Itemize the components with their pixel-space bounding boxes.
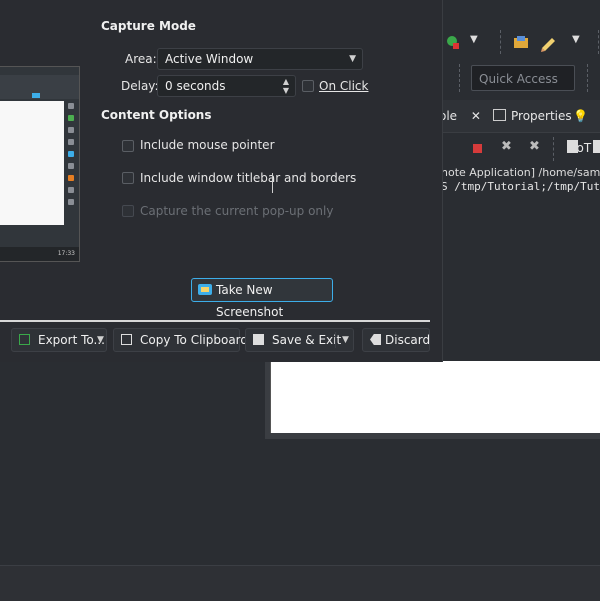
mouse-pointer-checkbox[interactable]	[122, 140, 134, 152]
chevron-down-icon: ▼	[349, 54, 356, 64]
popup-only-label: Capture the current pop-up only	[140, 204, 334, 218]
open-folder-icon[interactable]	[510, 32, 532, 54]
chevron-down-icon[interactable]: ▼	[342, 329, 349, 351]
toolbar-separator	[553, 137, 554, 161]
toolbar-separator	[598, 30, 599, 54]
preview-tab	[32, 93, 40, 98]
delay-label: Delay:	[121, 79, 159, 93]
screenshot-dialog: 17:33 Capture Mode Area: Active Window ▼…	[0, 0, 443, 362]
ide-tabbar: ole ✕ Properties 💡IoT	[439, 100, 600, 155]
copy-clipboard-button[interactable]: Copy To Clipboard	[113, 328, 248, 352]
terminate-icon[interactable]	[473, 144, 482, 153]
scroll-lock-icon[interactable]	[593, 140, 600, 153]
tab-console[interactable]: ole ✕	[439, 100, 481, 132]
export-button[interactable]: Export To... ▼	[11, 328, 107, 352]
preview-icon	[68, 103, 74, 109]
preview-icon	[68, 175, 74, 181]
chevron-down-icon: ▼	[97, 335, 104, 345]
run-icon[interactable]	[442, 32, 464, 54]
export-icon	[19, 334, 30, 345]
preview-icon	[68, 187, 74, 193]
toolbar-separator	[459, 64, 460, 92]
preview-icon	[68, 151, 74, 157]
mouse-pointer-label[interactable]: Include mouse pointer	[140, 138, 275, 152]
status-bar	[0, 565, 600, 601]
save-icon	[253, 334, 264, 345]
editor-area[interactable]	[270, 361, 600, 433]
remove-launch-icon[interactable]: ✖	[501, 139, 512, 154]
properties-icon	[493, 109, 506, 121]
area-value: Active Window	[165, 52, 254, 66]
close-icon[interactable]: ✕	[471, 109, 481, 123]
discard-icon	[370, 334, 381, 345]
preview-content	[0, 101, 64, 225]
copy-icon	[121, 334, 132, 345]
remove-all-icon[interactable]: ✖	[529, 139, 540, 154]
toolbar-separator	[500, 30, 501, 54]
clear-console-icon[interactable]	[567, 140, 578, 153]
console-toolbar: ✖ ✖	[441, 135, 600, 165]
divider	[0, 320, 430, 322]
pen-dropdown-icon[interactable]: ▼	[572, 34, 594, 56]
titlebar-checkbox[interactable]	[122, 172, 134, 184]
preview-taskbar: 17:33	[0, 247, 79, 261]
preview-icon	[68, 139, 74, 145]
toolbar-separator	[587, 64, 588, 92]
tab-label: Properties	[511, 109, 572, 123]
save-exit-button[interactable]: Save & Exit ▼	[245, 328, 354, 352]
console-output: S /tmp/Tutorial;/tmp/Tutorial	[441, 180, 600, 193]
export-label: Export To...	[38, 333, 105, 347]
screenshot-preview[interactable]: 17:33	[0, 66, 80, 262]
popup-only-checkbox	[122, 205, 134, 217]
preview-clock: 17:33	[57, 250, 75, 257]
on-click-label[interactable]: On Click	[319, 79, 368, 93]
console-header: note Application] /home/samuel	[441, 166, 600, 179]
area-label: Area:	[125, 52, 157, 66]
preview-icon	[68, 199, 74, 205]
discard-button[interactable]: Discard	[362, 328, 430, 352]
titlebar-label[interactable]: Include window titlebar and borders	[140, 171, 356, 185]
take-screenshot-label: Take New Screenshot	[216, 283, 284, 319]
delay-value: 0 seconds	[165, 79, 226, 93]
content-options-title: Content Options	[101, 108, 212, 122]
area-select[interactable]: Active Window ▼	[157, 48, 363, 70]
text-cursor	[272, 173, 273, 193]
copy-label: Copy To Clipboard	[140, 333, 249, 347]
quick-access-input[interactable]: Quick Access	[471, 65, 575, 91]
lightbulb-icon: 💡	[573, 109, 588, 123]
split-divider	[335, 332, 336, 348]
on-click-checkbox[interactable]	[302, 80, 314, 92]
tab-iot[interactable]: 💡IoT	[573, 100, 600, 155]
screenshot-icon	[198, 284, 212, 295]
on-click-text: On Click	[319, 79, 369, 93]
capture-mode-title: Capture Mode	[101, 19, 196, 33]
pen-icon[interactable]	[538, 32, 560, 54]
spin-arrows-icon[interactable]: ▲ ▼	[283, 77, 289, 95]
preview-icon	[68, 115, 74, 121]
tab-properties[interactable]: Properties	[493, 100, 572, 132]
preview-icon	[68, 163, 74, 169]
take-screenshot-button[interactable]: Take New Screenshot	[191, 278, 333, 319]
save-exit-label: Save & Exit	[272, 333, 342, 347]
delay-spinbox[interactable]: 0 seconds ▲ ▼	[157, 75, 296, 97]
ide-toolbar: ▼ ▼	[430, 20, 600, 65]
preview-icon	[68, 127, 74, 133]
discard-label: Discard	[385, 333, 431, 347]
run-dropdown-icon[interactable]: ▼	[470, 34, 492, 56]
